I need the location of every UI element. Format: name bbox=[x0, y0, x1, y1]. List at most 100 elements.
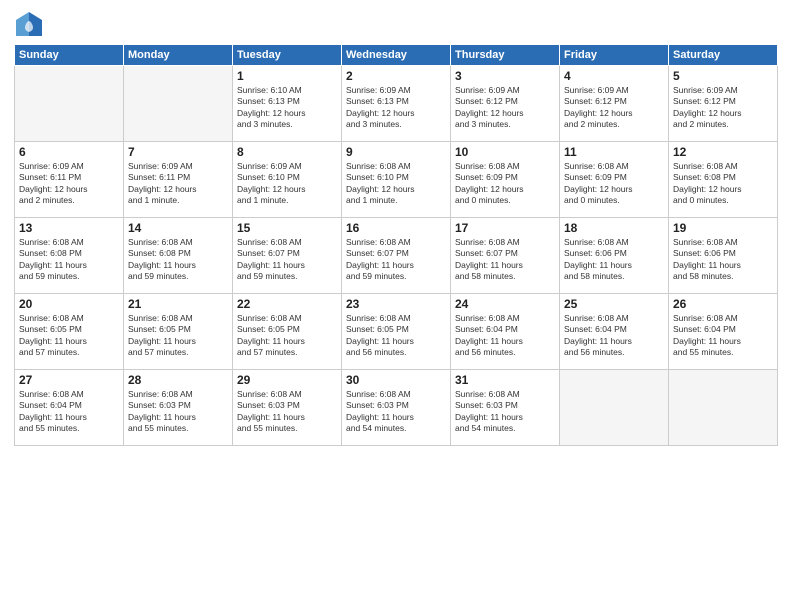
day-number: 31 bbox=[455, 373, 555, 387]
day-number: 6 bbox=[19, 145, 119, 159]
cell-info: Sunrise: 6:09 AM Sunset: 6:11 PM Dayligh… bbox=[128, 161, 228, 207]
cell-info: Sunrise: 6:08 AM Sunset: 6:04 PM Dayligh… bbox=[455, 313, 555, 359]
cell-info: Sunrise: 6:08 AM Sunset: 6:06 PM Dayligh… bbox=[564, 237, 664, 283]
calendar-cell: 18 Sunrise: 6:08 AM Sunset: 6:06 PM Dayli… bbox=[560, 218, 669, 294]
calendar-cell: 29Sunrise: 6:08 AM Sunset: 6:03 PM Dayli… bbox=[233, 370, 342, 446]
cell-info: Sunrise: 6:08 AM Sunset: 6:04 PM Dayligh… bbox=[564, 313, 664, 359]
calendar-cell: 3 Sunrise: 6:09 AM Sunset: 6:12 PM Daylig… bbox=[451, 66, 560, 142]
cell-info: Sunrise: 6:08 AM Sunset: 6:06 PM Dayligh… bbox=[673, 237, 773, 283]
week-row-1: 1Sunrise: 6:10 AM Sunset: 6:13 PM Daylig… bbox=[15, 66, 778, 142]
cell-info: Sunrise: 6:08 AM Sunset: 6:08 PM Dayligh… bbox=[19, 237, 119, 283]
day-number: 4 bbox=[564, 69, 664, 83]
cell-info: Sunrise: 6:10 AM Sunset: 6:13 PM Dayligh… bbox=[237, 85, 337, 131]
cell-info: Sunrise: 6:08 AM Sunset: 6:05 PM Dayligh… bbox=[237, 313, 337, 359]
cell-info: Sunrise: 6:08 AM Sunset: 6:03 PM Dayligh… bbox=[455, 389, 555, 435]
calendar-cell: 5 Sunrise: 6:09 AM Sunset: 6:12 PM Daylig… bbox=[669, 66, 778, 142]
cell-info: Sunrise: 6:08 AM Sunset: 6:04 PM Dayligh… bbox=[673, 313, 773, 359]
week-row-5: 27Sunrise: 6:08 AM Sunset: 6:04 PM Dayli… bbox=[15, 370, 778, 446]
cell-info: Sunrise: 6:09 AM Sunset: 6:12 PM Dayligh… bbox=[564, 85, 664, 131]
cell-info: Sunrise: 6:08 AM Sunset: 6:07 PM Dayligh… bbox=[237, 237, 337, 283]
calendar-cell: 14 Sunrise: 6:08 AM Sunset: 6:08 PM Dayli… bbox=[124, 218, 233, 294]
cell-info: Sunrise: 6:09 AM Sunset: 6:13 PM Dayligh… bbox=[346, 85, 446, 131]
calendar-cell: 15Sunrise: 6:08 AM Sunset: 6:07 PM Dayli… bbox=[233, 218, 342, 294]
day-number: 3 bbox=[455, 69, 555, 83]
week-row-2: 6 Sunrise: 6:09 AM Sunset: 6:11 PM Daylig… bbox=[15, 142, 778, 218]
day-number: 14 bbox=[128, 221, 228, 235]
calendar-cell: 19Sunrise: 6:08 AM Sunset: 6:06 PM Dayli… bbox=[669, 218, 778, 294]
calendar-cell: 7Sunrise: 6:09 AM Sunset: 6:11 PM Daylig… bbox=[124, 142, 233, 218]
day-number: 8 bbox=[237, 145, 337, 159]
cell-info: Sunrise: 6:08 AM Sunset: 6:05 PM Dayligh… bbox=[346, 313, 446, 359]
weekday-header-wednesday: Wednesday bbox=[342, 45, 451, 66]
weekday-header-friday: Friday bbox=[560, 45, 669, 66]
day-number: 18 bbox=[564, 221, 664, 235]
calendar-cell: 22 Sunrise: 6:08 AM Sunset: 6:05 PM Dayli… bbox=[233, 294, 342, 370]
calendar-cell: 20 Sunrise: 6:08 AM Sunset: 6:05 PM Dayli… bbox=[15, 294, 124, 370]
day-number: 12 bbox=[673, 145, 773, 159]
page: SundayMondayTuesdayWednesdayThursdayFrid… bbox=[0, 0, 792, 612]
calendar-cell: 17Sunrise: 6:08 AM Sunset: 6:07 PM Dayli… bbox=[451, 218, 560, 294]
day-number: 28 bbox=[128, 373, 228, 387]
calendar-cell bbox=[124, 66, 233, 142]
calendar-cell: 13 Sunrise: 6:08 AM Sunset: 6:08 PM Dayli… bbox=[15, 218, 124, 294]
cell-info: Sunrise: 6:08 AM Sunset: 6:03 PM Dayligh… bbox=[128, 389, 228, 435]
cell-info: Sunrise: 6:08 AM Sunset: 6:08 PM Dayligh… bbox=[673, 161, 773, 207]
day-number: 10 bbox=[455, 145, 555, 159]
cell-info: Sunrise: 6:08 AM Sunset: 6:05 PM Dayligh… bbox=[19, 313, 119, 359]
calendar-cell: 12 Sunrise: 6:08 AM Sunset: 6:08 PM Dayli… bbox=[669, 142, 778, 218]
calendar-cell: 10 Sunrise: 6:08 AM Sunset: 6:09 PM Dayli… bbox=[451, 142, 560, 218]
calendar-cell: 4 Sunrise: 6:09 AM Sunset: 6:12 PM Daylig… bbox=[560, 66, 669, 142]
cell-info: Sunrise: 6:08 AM Sunset: 6:10 PM Dayligh… bbox=[346, 161, 446, 207]
day-number: 16 bbox=[346, 221, 446, 235]
cell-info: Sunrise: 6:08 AM Sunset: 6:07 PM Dayligh… bbox=[346, 237, 446, 283]
day-number: 13 bbox=[19, 221, 119, 235]
day-number: 11 bbox=[564, 145, 664, 159]
header bbox=[14, 10, 778, 38]
day-number: 25 bbox=[564, 297, 664, 311]
day-number: 26 bbox=[673, 297, 773, 311]
calendar-cell bbox=[669, 370, 778, 446]
cell-info: Sunrise: 6:08 AM Sunset: 6:08 PM Dayligh… bbox=[128, 237, 228, 283]
calendar-cell: 11 Sunrise: 6:08 AM Sunset: 6:09 PM Dayli… bbox=[560, 142, 669, 218]
cell-info: Sunrise: 6:08 AM Sunset: 6:09 PM Dayligh… bbox=[455, 161, 555, 207]
calendar-cell: 21 Sunrise: 6:08 AM Sunset: 6:05 PM Dayli… bbox=[124, 294, 233, 370]
calendar-cell: 1Sunrise: 6:10 AM Sunset: 6:13 PM Daylig… bbox=[233, 66, 342, 142]
day-number: 22 bbox=[237, 297, 337, 311]
calendar-cell: 28 Sunrise: 6:08 AM Sunset: 6:03 PM Dayli… bbox=[124, 370, 233, 446]
week-row-4: 20 Sunrise: 6:08 AM Sunset: 6:05 PM Dayli… bbox=[15, 294, 778, 370]
cell-info: Sunrise: 6:09 AM Sunset: 6:12 PM Dayligh… bbox=[673, 85, 773, 131]
day-number: 9 bbox=[346, 145, 446, 159]
cell-info: Sunrise: 6:09 AM Sunset: 6:12 PM Dayligh… bbox=[455, 85, 555, 131]
calendar-cell bbox=[560, 370, 669, 446]
cell-info: Sunrise: 6:09 AM Sunset: 6:11 PM Dayligh… bbox=[19, 161, 119, 207]
calendar-cell: 30Sunrise: 6:08 AM Sunset: 6:03 PM Dayli… bbox=[342, 370, 451, 446]
day-number: 20 bbox=[19, 297, 119, 311]
calendar-cell: 6 Sunrise: 6:09 AM Sunset: 6:11 PM Daylig… bbox=[15, 142, 124, 218]
calendar-cell: 25 Sunrise: 6:08 AM Sunset: 6:04 PM Dayli… bbox=[560, 294, 669, 370]
logo-icon bbox=[14, 10, 44, 38]
calendar-cell: 26 Sunrise: 6:08 AM Sunset: 6:04 PM Dayli… bbox=[669, 294, 778, 370]
calendar-cell: 9 Sunrise: 6:08 AM Sunset: 6:10 PM Daylig… bbox=[342, 142, 451, 218]
day-number: 27 bbox=[19, 373, 119, 387]
day-number: 23 bbox=[346, 297, 446, 311]
day-number: 30 bbox=[346, 373, 446, 387]
day-number: 5 bbox=[673, 69, 773, 83]
cell-info: Sunrise: 6:08 AM Sunset: 6:03 PM Dayligh… bbox=[237, 389, 337, 435]
week-row-3: 13 Sunrise: 6:08 AM Sunset: 6:08 PM Dayli… bbox=[15, 218, 778, 294]
weekday-header-monday: Monday bbox=[124, 45, 233, 66]
cell-info: Sunrise: 6:08 AM Sunset: 6:07 PM Dayligh… bbox=[455, 237, 555, 283]
cell-info: Sunrise: 6:08 AM Sunset: 6:09 PM Dayligh… bbox=[564, 161, 664, 207]
weekday-header-saturday: Saturday bbox=[669, 45, 778, 66]
day-number: 21 bbox=[128, 297, 228, 311]
calendar-cell: 31 Sunrise: 6:08 AM Sunset: 6:03 PM Dayli… bbox=[451, 370, 560, 446]
day-number: 2 bbox=[346, 69, 446, 83]
calendar-cell: 16 Sunrise: 6:08 AM Sunset: 6:07 PM Dayli… bbox=[342, 218, 451, 294]
weekday-header-row: SundayMondayTuesdayWednesdayThursdayFrid… bbox=[15, 45, 778, 66]
day-number: 24 bbox=[455, 297, 555, 311]
calendar-cell bbox=[15, 66, 124, 142]
weekday-header-tuesday: Tuesday bbox=[233, 45, 342, 66]
cell-info: Sunrise: 6:08 AM Sunset: 6:05 PM Dayligh… bbox=[128, 313, 228, 359]
cell-info: Sunrise: 6:09 AM Sunset: 6:10 PM Dayligh… bbox=[237, 161, 337, 207]
calendar-cell: 2 Sunrise: 6:09 AM Sunset: 6:13 PM Daylig… bbox=[342, 66, 451, 142]
calendar-table: SundayMondayTuesdayWednesdayThursdayFrid… bbox=[14, 44, 778, 446]
